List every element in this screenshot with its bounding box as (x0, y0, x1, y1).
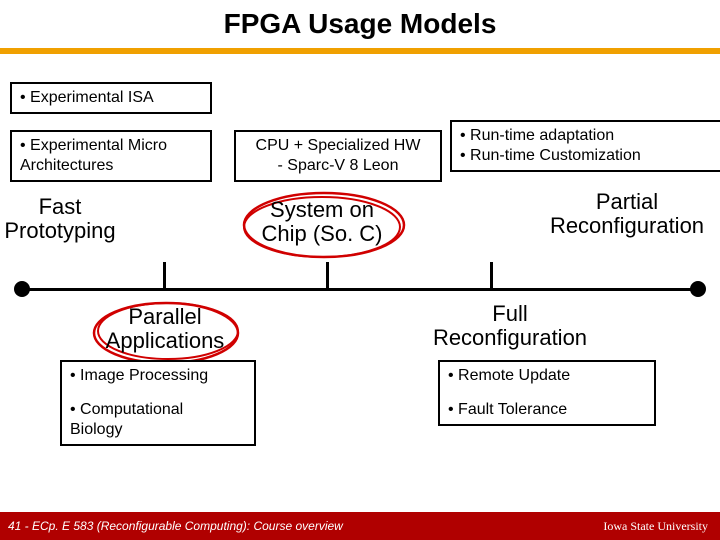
label-parallel-line1: Parallel (95, 305, 235, 329)
box-runtime-line2: • Run-time Customization (460, 146, 720, 166)
box-bl-line1: • Image Processing (70, 366, 246, 386)
box-cpu-line1: CPU + Specialized HW (244, 136, 432, 156)
box-runtime-line1: • Run-time adaptation (460, 126, 720, 146)
label-fast-line2: Prototyping (0, 219, 120, 243)
box-experimental-isa-text: • Experimental ISA (20, 89, 154, 106)
label-parallel-applications: Parallel Applications (95, 305, 235, 353)
box-parallel-examples: • Image Processing • Computational Biolo… (60, 360, 256, 446)
label-partial-reconfiguration: Partial Reconfiguration (534, 190, 720, 238)
label-fast-line1: Fast (0, 195, 120, 219)
box-experimental-micro: • Experimental Micro Architectures (10, 130, 212, 182)
label-full-reconfiguration: Full Reconfiguration (400, 302, 620, 350)
footer-bar: 41 - ECp. E 583 (Reconfigurable Computin… (0, 512, 720, 540)
timeline-tick-2 (326, 262, 329, 290)
box-experimental-isa: • Experimental ISA (10, 82, 212, 114)
label-partial-line2: Reconfiguration (534, 214, 720, 238)
label-full-line2: Reconfiguration (400, 326, 620, 350)
box-experimental-micro-line2: Architectures (20, 156, 202, 176)
box-br-line2: • Fault Tolerance (448, 400, 646, 420)
timeline-endpoint-left (14, 281, 30, 297)
timeline-axis (20, 288, 700, 291)
timeline-tick-1 (163, 262, 166, 290)
box-br-line1: • Remote Update (448, 366, 646, 386)
box-cpu-line2: - Sparc-V 8 Leon (244, 156, 432, 176)
box-runtime: • Run-time adaptation • Run-time Customi… (450, 120, 720, 172)
label-system-on-chip: System on Chip (So. C) (242, 198, 402, 246)
footer-left-text: 41 - ECp. E 583 (Reconfigurable Computin… (0, 519, 603, 533)
box-cpu-specialized-hw: CPU + Specialized HW - Sparc-V 8 Leon (234, 130, 442, 182)
footer-right-text: Iowa State University (603, 519, 720, 534)
label-partial-line1: Partial (534, 190, 720, 214)
box-experimental-micro-line1: • Experimental Micro (20, 136, 202, 156)
page-title: FPGA Usage Models (0, 8, 720, 40)
box-bl-line3: Biology (70, 420, 246, 440)
timeline-tick-3 (490, 262, 493, 290)
label-soc-line2: Chip (So. C) (242, 222, 402, 246)
label-soc-line1: System on (242, 198, 402, 222)
timeline-endpoint-right (690, 281, 706, 297)
label-parallel-line2: Applications (95, 329, 235, 353)
box-bl-line2: • Computational (70, 400, 246, 420)
label-full-line1: Full (400, 302, 620, 326)
label-fast-prototyping: Fast Prototyping (0, 195, 120, 243)
box-full-reconfig-examples: • Remote Update • Fault Tolerance (438, 360, 656, 426)
title-underline (0, 48, 720, 54)
